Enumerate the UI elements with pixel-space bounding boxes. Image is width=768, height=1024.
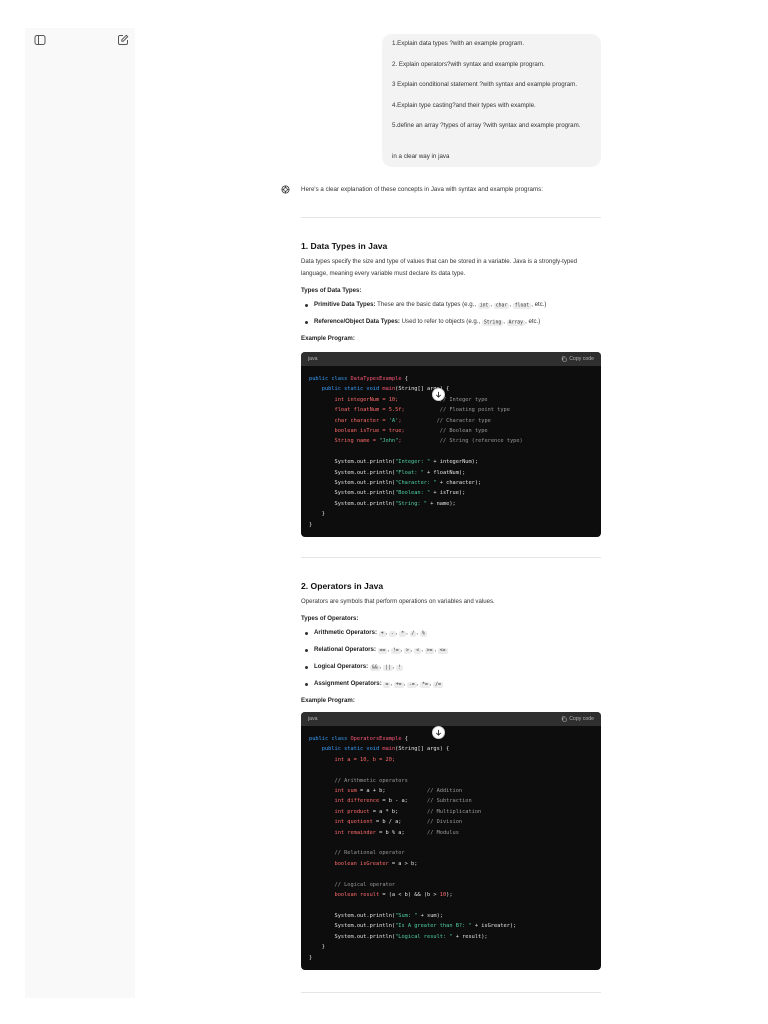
assistant-message: Here's a clear explanation of these conc… [301, 183, 601, 197]
types-heading: Types of Data Types: [301, 287, 362, 294]
assistant-intro: Here's a clear explanation of these conc… [301, 186, 543, 193]
section-title: 1. Data Types in Java [301, 241, 388, 251]
example-heading: Example Program: [301, 697, 355, 704]
example-heading: Example Program: [301, 335, 355, 342]
types-heading: Types of Operators: [301, 615, 359, 622]
divider [301, 557, 601, 558]
code-language: java [308, 356, 318, 362]
arrow-down-icon [436, 391, 441, 398]
section-title: 2. Operators in Java [301, 581, 384, 591]
code-block-datatypes: java Copy code public class DataTypesExa… [301, 352, 601, 537]
sidebar [25, 28, 135, 998]
copy-code-button[interactable]: Copy code [561, 356, 594, 362]
data-type-list: Primitive Data Types: These are the basi… [301, 300, 601, 328]
user-message-line: 2. Explain operators?with syntax and exa… [392, 60, 545, 68]
user-message-line: 4.Explain type casting?and their types w… [392, 101, 536, 109]
list-item: Assignment Operators: =, +=, -=, *=, /= [301, 679, 601, 690]
divider [301, 217, 601, 218]
user-message-line: in a clear way in java [392, 152, 450, 160]
section-data-types: 1. Data Types in Java Data types specify… [301, 240, 601, 344]
code-block-header: java Copy code [301, 352, 601, 366]
divider [301, 992, 601, 993]
scroll-down-button[interactable] [432, 388, 445, 401]
code-block-operators: java Copy code public class OperatorsExa… [301, 712, 601, 970]
code-content: public class OperatorsExample { public s… [309, 736, 517, 961]
code-language: java [308, 716, 318, 722]
operator-list: Arithmetic Operators: +, -, *, /, % Rela… [301, 628, 601, 690]
section-description: Data types specify the size and type of … [301, 258, 578, 277]
list-item: Relational Operators: ==, !=, >, <, >=, … [301, 645, 601, 656]
user-message-line: 1.Explain data types ?with an example pr… [392, 40, 525, 47]
code-block-header: java Copy code [301, 712, 601, 726]
list-item: Logical Operators: &&, ||, ! [301, 662, 601, 673]
sidebar-toggle-icon[interactable] [34, 34, 46, 46]
section-description: Operators are symbols that perform opera… [301, 598, 495, 605]
arrow-down-icon [436, 729, 441, 736]
new-chat-icon[interactable] [117, 34, 129, 46]
user-message-line: 5.define an array ?types of array ?with … [392, 122, 581, 130]
scroll-down-button[interactable] [432, 726, 445, 739]
code-content: public class DataTypesExample { public s… [309, 376, 523, 528]
section-operators: 2. Operators in Java Operators are symbo… [301, 580, 601, 706]
copy-icon [562, 355, 567, 362]
list-item: Arithmetic Operators: +, -, *, /, % [301, 628, 601, 639]
list-item: Primitive Data Types: These are the basi… [301, 300, 601, 311]
copy-icon [562, 715, 567, 722]
list-item: Reference/Object Data Types: Used to ref… [301, 317, 601, 328]
copy-code-button[interactable]: Copy code [561, 716, 594, 722]
assistant-logo-icon [281, 185, 290, 194]
user-message-line: 3 Explain conditional statement ?with sy… [392, 81, 578, 89]
user-message-bubble: 1.Explain data types ?with an example pr… [382, 34, 601, 167]
